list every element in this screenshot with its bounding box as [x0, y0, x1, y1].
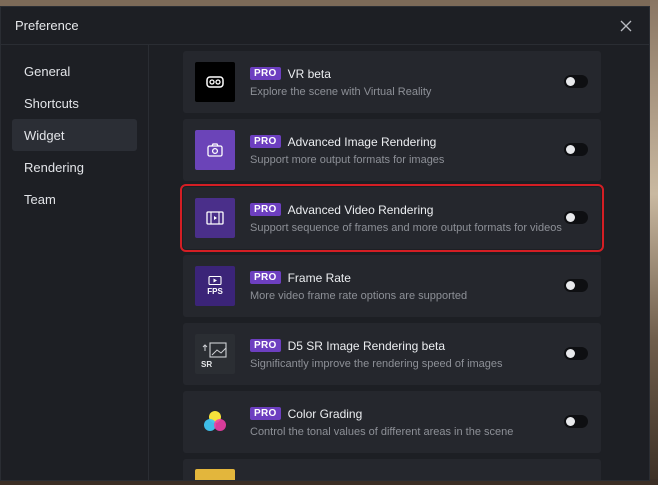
widget-description: More video frame rate options are suppor… [250, 289, 468, 302]
pro-badge: PRO [250, 271, 281, 284]
pro-badge: PRO [250, 67, 281, 80]
fps-icon: FPS [195, 266, 235, 306]
widget-name: D5 SR Image Rendering beta [287, 338, 446, 353]
sidebar-item-shortcuts[interactable]: Shortcuts [12, 87, 137, 119]
titlebar: Preference [1, 7, 649, 45]
sidebar-item-label: Team [24, 191, 56, 207]
widget-list-panel[interactable]: PRO VR beta Explore the scene with Virtua… [149, 45, 649, 480]
color-grading-toggle[interactable] [564, 415, 588, 428]
vr-toggle[interactable] [564, 75, 588, 88]
advanced-image-toggle[interactable] [564, 143, 588, 156]
sidebar-item-general[interactable]: General [12, 55, 137, 87]
sr-image-icon: SR [195, 334, 235, 374]
sidebar-item-rendering[interactable]: Rendering [12, 151, 137, 183]
widget-name: Advanced Image Rendering [287, 134, 437, 149]
widget-card-vr: PRO VR beta Explore the scene with Virtua… [183, 51, 601, 113]
widget-card-partial [183, 459, 601, 480]
widget-name: VR beta [287, 66, 331, 81]
widget-card-frame-rate: FPS PRO Frame Rate More video frame rate … [183, 255, 601, 317]
widget-card-d5-sr: SR PRO D5 SR Image Rendering beta Signifi… [183, 323, 601, 385]
camera-icon [195, 130, 235, 170]
widget-name: Advanced Video Rendering [287, 202, 434, 217]
preference-dialog: Preference General Shortcuts Widget Rend… [0, 6, 650, 481]
pro-badge: PRO [250, 339, 281, 352]
background-right [650, 0, 658, 485]
widget-description: Significantly improve the rendering spee… [250, 357, 503, 370]
sidebar-item-label: Rendering [24, 159, 84, 175]
pro-badge: PRO [250, 407, 281, 420]
sr-icon-label: SR [201, 360, 213, 369]
widget-description: Support sequence of frames and more outp… [250, 221, 562, 234]
color-grading-icon [195, 402, 235, 442]
sidebar-item-label: Widget [24, 127, 65, 143]
pro-badge: PRO [250, 135, 281, 148]
sidebar: General Shortcuts Widget Rendering Team [1, 45, 149, 480]
close-icon[interactable] [617, 17, 635, 35]
film-icon [195, 198, 235, 238]
fps-icon-label: FPS [207, 287, 223, 296]
dialog-title: Preference [15, 18, 79, 33]
widget-name: Color Grading [287, 406, 363, 421]
pro-badge: PRO [250, 203, 281, 216]
sidebar-item-team[interactable]: Team [12, 183, 137, 215]
scrollbar[interactable] [645, 45, 649, 480]
frame-rate-toggle[interactable] [564, 279, 588, 292]
widget-card-advanced-video: PRO Advanced Video Rendering Support sequ… [180, 184, 604, 252]
widget-name: Frame Rate [287, 270, 351, 285]
d5-sr-toggle[interactable] [564, 347, 588, 360]
sidebar-item-label: Shortcuts [24, 95, 79, 111]
widget-description: Explore the scene with Virtual Reality [250, 85, 432, 98]
widget-description: Control the tonal values of different ar… [250, 425, 514, 438]
sidebar-item-widget[interactable]: Widget [12, 119, 137, 151]
advanced-video-toggle[interactable] [564, 211, 588, 224]
vr-headset-icon [195, 62, 235, 102]
widget-card-advanced-image: PRO Advanced Image Rendering Support more… [183, 119, 601, 181]
widget-description: Support more output formats for images [250, 153, 445, 166]
widget-card-color-grading: PRO Color Grading Control the tonal value… [183, 391, 601, 453]
sidebar-item-label: General [24, 63, 71, 79]
